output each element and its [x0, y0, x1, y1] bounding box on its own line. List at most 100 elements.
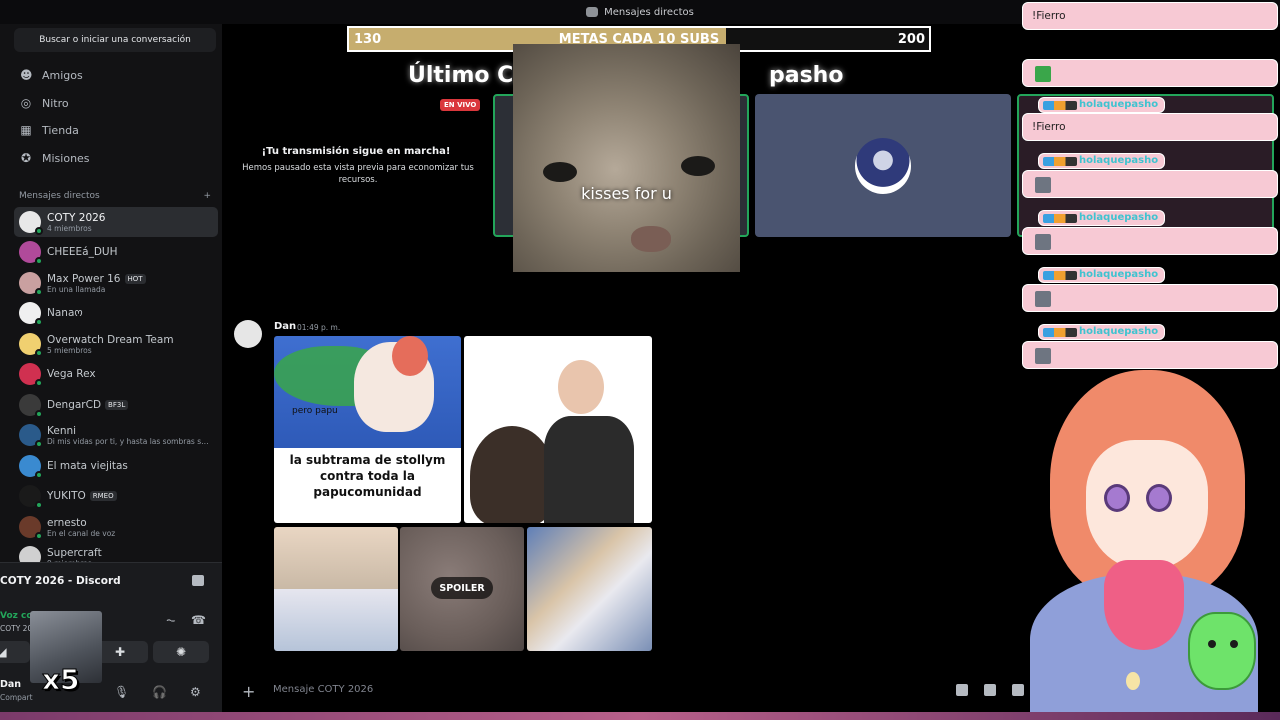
gif-icon[interactable]	[984, 684, 996, 696]
avatar	[19, 211, 43, 235]
user-status: Compart	[0, 693, 33, 702]
dm-name-label: ernesto	[47, 516, 87, 529]
chat-emote-icon	[1035, 66, 1051, 82]
cat-overlay-image: kisses for u	[513, 44, 740, 272]
avatar	[19, 363, 43, 387]
dm-item[interactable]: El mata viejitas	[14, 451, 218, 481]
disconnect-icon[interactable]: ☎	[191, 613, 206, 627]
gift-icon[interactable]	[956, 684, 968, 696]
cat-nose	[631, 226, 671, 252]
dm-subtitle: 4 miembros	[47, 223, 92, 233]
dm-item[interactable]: COTY 2026 4 miembros	[14, 207, 218, 237]
chat-username: holaquepasho	[1079, 99, 1159, 110]
chat-emote-icon	[1035, 348, 1051, 364]
dm-item[interactable]: Kenni Di mis vidas por ti, y hasta las so…	[14, 420, 218, 450]
nav-quests[interactable]: ✪ Misiones	[14, 145, 216, 171]
search-conversation-button[interactable]: Buscar o iniciar una conversación	[14, 28, 216, 52]
avatar	[19, 302, 43, 326]
cat-eye	[543, 162, 577, 182]
image-shape	[470, 426, 554, 523]
avatar[interactable]	[234, 320, 262, 348]
stream-paused-title: ¡Tu transmisión sigue en marcha!	[261, 146, 451, 157]
dm-tag: RMEO	[89, 491, 117, 501]
sticker-icon[interactable]	[1012, 684, 1024, 696]
avatar	[19, 424, 43, 448]
nav-friends[interactable]: ☻ Amigos	[14, 62, 216, 88]
online-status-icon	[35, 501, 43, 509]
chat-message	[1022, 227, 1278, 255]
live-badge: EN VIVO	[440, 99, 481, 111]
user-name: Dan	[0, 679, 22, 690]
message-author[interactable]: Dan	[274, 321, 296, 332]
dm-item[interactable]: Vega Rex	[14, 359, 218, 389]
microphone-icon[interactable]: 🎙	[114, 685, 129, 699]
stream-preview-thumbnail[interactable]: x5	[30, 611, 102, 697]
noise-suppression-icon[interactable]: ⏦	[166, 613, 176, 628]
attachment-image[interactable]: pero papu la subtrama de stollym contra …	[274, 336, 461, 523]
sidebar: Buscar o iniciar una conversación ☻ Amig…	[0, 24, 222, 720]
attachment-image[interactable]	[527, 527, 652, 651]
attachment-image[interactable]	[464, 336, 652, 523]
dm-item[interactable]: DengarCD BF3L	[14, 390, 218, 420]
image-shape	[392, 336, 428, 376]
chat-message-text: !Fierro	[1032, 121, 1066, 133]
avatar	[19, 272, 43, 296]
multiplier-badge: x5	[42, 663, 81, 697]
dm-text: DengarCD BF3L	[47, 399, 129, 411]
nitro-icon: ◎	[20, 96, 32, 110]
nav-label: Tienda	[42, 123, 79, 137]
avatar	[19, 516, 43, 540]
stream-title-right: pasho	[768, 63, 844, 88]
dm-item[interactable]: Nanaო	[14, 298, 218, 328]
chat-badges-icon	[1043, 101, 1077, 110]
avatar	[19, 455, 43, 479]
vtuber-eye	[1146, 484, 1172, 512]
stream-paused-subtitle: Hemos pausado esta vista previa para eco…	[242, 163, 474, 185]
dm-tag: BF3L	[105, 400, 129, 410]
dm-item[interactable]: Max Power 16 HOT En una llamada	[14, 268, 218, 298]
nav-shop[interactable]: ▦ Tienda	[14, 117, 216, 143]
chat-badges-icon	[1043, 214, 1077, 223]
add-dm-button[interactable]: +	[203, 191, 211, 201]
activities-icon: ✚	[114, 645, 126, 659]
chat-username-tag: holaquepasho	[1038, 153, 1166, 169]
spoiler-label[interactable]: SPOILER	[431, 577, 493, 599]
camera-button[interactable]: ◢	[0, 641, 30, 663]
voice-channel-label: COTY 20	[0, 624, 33, 633]
dm-item[interactable]: ernesto En el canal de voz	[14, 512, 218, 542]
add-attachment-icon[interactable]: +	[242, 682, 255, 701]
online-status-icon	[35, 379, 43, 387]
attachment-image[interactable]	[274, 527, 398, 651]
nav-label: Nitro	[42, 96, 69, 110]
chat-badges-icon	[1043, 271, 1077, 280]
participant-tile-user[interactable]	[755, 94, 1011, 237]
chat-username: holaquepasho	[1079, 269, 1159, 280]
popout-icon[interactable]	[192, 575, 204, 586]
bottom-decoration	[0, 712, 1280, 720]
image-shape	[544, 416, 634, 523]
dm-text: Overwatch Dream Team 5 miembros	[47, 334, 174, 355]
dm-name-label: YUKITO	[47, 490, 86, 502]
dm-name: YUKITO RMEO	[47, 490, 117, 502]
settings-gear-icon[interactable]: ⚙	[190, 685, 201, 699]
camera-icon: ◢	[0, 645, 7, 659]
headphones-icon[interactable]: 🎧	[152, 685, 167, 699]
dm-text: El mata viejitas	[47, 460, 128, 472]
voice-panel: COTY 2026 - Discord Voz co COTY 20 ⏦ ☎ ◢…	[0, 562, 222, 720]
dm-name-label: CHEEEá_DUH	[47, 246, 118, 258]
cat-eye	[681, 156, 715, 176]
soundboard-button[interactable]: ✺	[153, 641, 209, 663]
dm-tag: HOT	[124, 273, 146, 284]
image-label: pero papu	[292, 406, 338, 416]
dm-name: DengarCD BF3L	[47, 399, 129, 411]
dm-item[interactable]: CHEEEá_DUH	[14, 237, 218, 267]
dm-name: CHEEEá_DUH	[47, 246, 117, 258]
chat-message	[1022, 284, 1278, 312]
dm-name-label: Overwatch Dream Team	[47, 333, 174, 346]
dm-item[interactable]: YUKITO RMEO	[14, 481, 218, 511]
quests-icon: ✪	[20, 151, 32, 165]
message-composer[interactable]: + Mensaje COTY 2026	[230, 674, 1040, 708]
vtuber-eye	[1104, 484, 1130, 512]
nav-nitro[interactable]: ◎ Nitro	[14, 90, 216, 116]
dm-item[interactable]: Overwatch Dream Team 5 miembros	[14, 329, 218, 359]
